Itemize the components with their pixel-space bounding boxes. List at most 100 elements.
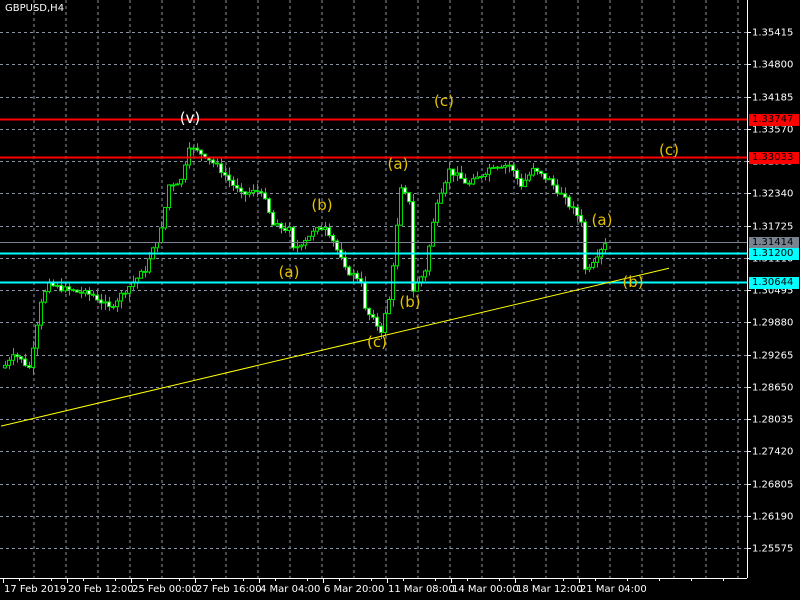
- wave-label-c: (c): [659, 141, 679, 159]
- price-tick-label: 1.29265: [752, 350, 794, 361]
- wave-label-a: (a): [278, 263, 300, 281]
- bear-candle: [111, 306, 115, 309]
- bear-candle: [567, 196, 571, 208]
- bull-candle: [159, 227, 163, 244]
- bear-candle: [199, 149, 203, 155]
- wave-label-c: (c): [434, 92, 454, 110]
- bull-candle: [603, 243, 607, 251]
- bull-candle: [415, 282, 419, 292]
- bull-candle: [11, 354, 15, 361]
- bear-candle: [451, 168, 455, 176]
- bear-candle: [359, 278, 363, 283]
- bear-candle: [15, 354, 19, 358]
- bear-candle: [535, 167, 539, 172]
- bull-candle: [35, 324, 39, 349]
- bear-candle: [59, 284, 63, 292]
- bull-candle: [43, 291, 47, 303]
- bear-candle: [375, 316, 379, 327]
- time-tick-label: 27 Feb 16:00: [196, 584, 262, 595]
- price-tick-label: 1.31725: [752, 221, 794, 232]
- bear-candle: [283, 227, 287, 231]
- bull-candle: [127, 286, 131, 294]
- price-tick-label: 1.26805: [752, 479, 794, 490]
- bull-candle: [387, 299, 391, 315]
- bull-candle: [63, 286, 67, 292]
- bear-candle: [515, 169, 519, 179]
- support-price-tag: 1.30644: [749, 276, 799, 289]
- bear-candle: [223, 172, 227, 176]
- bear-candle: [347, 266, 351, 276]
- bear-candle: [271, 211, 275, 226]
- bull-candle: [439, 192, 443, 204]
- bull-candle: [315, 227, 319, 232]
- bull-candle: [83, 290, 87, 294]
- wave-label-c: (c): [367, 333, 387, 351]
- bear-candle: [91, 293, 95, 296]
- bull-candle: [115, 300, 119, 308]
- bull-candle: [483, 173, 487, 177]
- bull-candle: [103, 301, 107, 304]
- bull-candle: [167, 184, 171, 208]
- bull-candle: [475, 176, 479, 180]
- bull-candle: [423, 270, 427, 278]
- price-tick-label: 1.32340: [752, 188, 794, 199]
- price-tick-label: 1.25575: [752, 543, 794, 554]
- bull-candle: [3, 364, 7, 369]
- bear-candle: [403, 187, 407, 194]
- bull-candle: [495, 166, 499, 169]
- bear-candle: [235, 184, 239, 189]
- bull-candle: [7, 359, 11, 366]
- bull-candle: [479, 175, 483, 178]
- time-tick-label: 18 Mar 12:00: [516, 584, 583, 595]
- bear-candle: [407, 192, 411, 203]
- bull-candle: [523, 179, 527, 187]
- bull-candle: [395, 224, 399, 267]
- bear-candle: [171, 184, 175, 187]
- bear-candle: [19, 356, 23, 360]
- bull-candle: [287, 226, 291, 231]
- bull-candle: [251, 189, 255, 194]
- bull-candle: [275, 223, 279, 226]
- wave-label-v: (v): [179, 109, 201, 127]
- resistance-price-tag: 1.33747: [749, 113, 799, 126]
- bear-candle: [583, 221, 587, 270]
- bear-candle: [267, 198, 271, 213]
- bear-candle: [367, 307, 371, 316]
- bear-candle: [319, 227, 323, 230]
- price-tick-label: 1.33570: [752, 124, 794, 135]
- bear-candle: [279, 223, 283, 229]
- bear-candle: [363, 281, 367, 309]
- bear-candle: [459, 172, 463, 180]
- bull-candle: [39, 301, 43, 326]
- bull-candle: [427, 245, 431, 272]
- trendline: [0, 267, 670, 427]
- bear-candle: [67, 286, 71, 291]
- bull-candle: [247, 192, 251, 195]
- bear-candle: [519, 177, 523, 187]
- price-tick-label: 1.34800: [752, 59, 794, 70]
- bull-candle: [323, 227, 327, 230]
- bear-candle: [99, 299, 103, 304]
- bear-candle: [27, 365, 31, 368]
- bear-candle: [327, 227, 331, 237]
- time-tick-label: 21 Mar 04:00: [580, 584, 647, 595]
- bear-candle: [231, 179, 235, 186]
- time-tick-label: 14 Mar 00:00: [452, 584, 519, 595]
- bear-candle: [371, 314, 375, 318]
- bear-candle: [555, 184, 559, 194]
- time-tick-label: 11 Mar 08:00: [388, 584, 455, 595]
- bear-candle: [75, 289, 79, 293]
- bull-candle: [503, 164, 507, 168]
- bull-candle: [399, 187, 403, 226]
- bear-candle: [243, 191, 247, 195]
- bear-candle: [123, 292, 127, 295]
- price-tick-label: 1.29880: [752, 317, 794, 328]
- bear-candle: [291, 226, 295, 249]
- bear-candle: [563, 193, 567, 198]
- bear-candle: [543, 173, 547, 180]
- bull-candle: [55, 284, 59, 287]
- bull-candle: [443, 182, 447, 194]
- bear-candle: [107, 301, 111, 308]
- bull-candle: [307, 235, 311, 241]
- bear-candle: [195, 147, 199, 151]
